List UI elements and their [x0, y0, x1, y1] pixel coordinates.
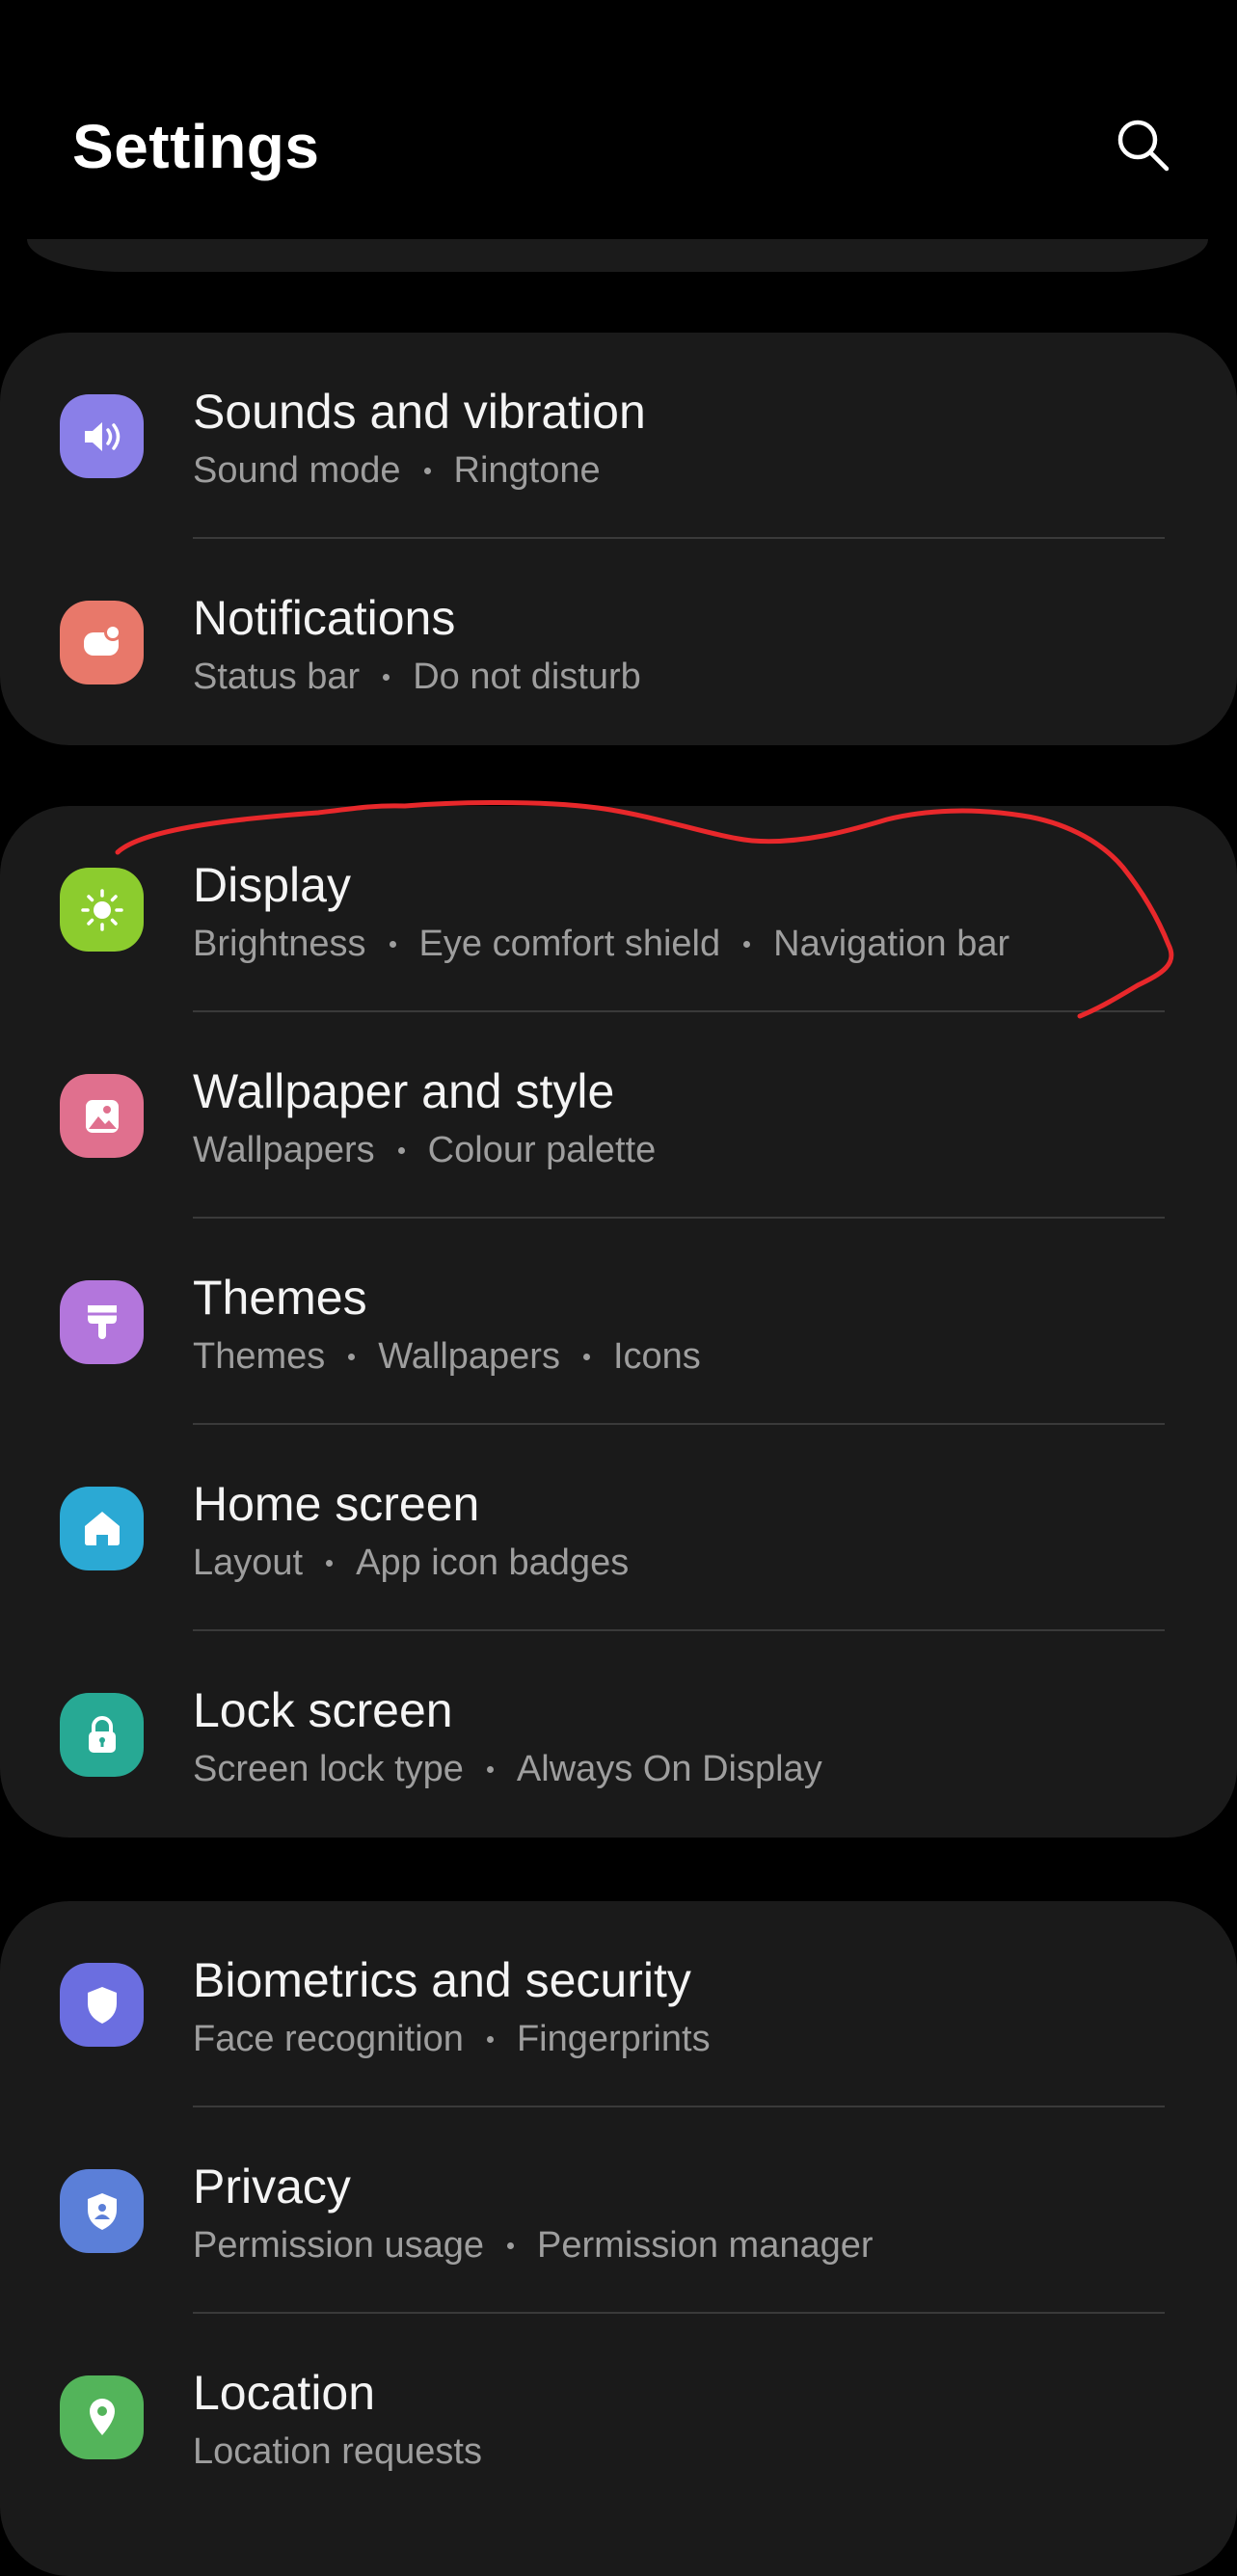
- notification-icon: [60, 601, 144, 684]
- shield-icon: [60, 1963, 144, 2047]
- item-subtitle: Sound mode Ringtone: [193, 446, 601, 495]
- settings-group-security-privacy: Biometrics and security Face recognition…: [0, 1901, 1237, 2576]
- settings-item-wallpaper-and-style[interactable]: Wallpaper and style Wallpapers Colour pa…: [0, 1012, 1237, 1219]
- paintbrush-icon: [60, 1280, 144, 1364]
- settings-item-lock-screen[interactable]: Lock screen Screen lock type Always On D…: [0, 1631, 1237, 1838]
- settings-item-display[interactable]: Display Brightness Eye comfort shield Na…: [0, 806, 1237, 1012]
- item-subtitle: Status bar Do not disturb: [193, 653, 641, 701]
- separator-dot: [348, 1353, 356, 1360]
- item-subtitle: Layout App icon badges: [193, 1539, 629, 1587]
- settings-item-sounds-and-vibration[interactable]: Sounds and vibration Sound mode Ringtone: [0, 333, 1237, 539]
- item-title: Home screen: [193, 1477, 480, 1531]
- item-subtitle-part: Brightness: [193, 924, 366, 964]
- item-subtitle: Wallpapers Colour palette: [193, 1126, 656, 1174]
- search-button[interactable]: [1109, 111, 1176, 178]
- item-title: Wallpaper and style: [193, 1064, 615, 1118]
- separator-dot: [326, 1559, 334, 1567]
- item-subtitle: Location requests: [193, 2428, 482, 2476]
- settings-item-biometrics-and-security[interactable]: Biometrics and security Face recognition…: [0, 1901, 1237, 2107]
- item-title: Display: [193, 858, 351, 912]
- app-header: Settings: [0, 0, 1237, 231]
- separator-dot: [397, 1146, 405, 1154]
- settings-item-notifications[interactable]: Notifications Status bar Do not disturb: [0, 539, 1237, 745]
- item-subtitle: Brightness Eye comfort shield Navigation…: [193, 920, 1009, 968]
- item-title: Sounds and vibration: [193, 385, 646, 439]
- item-subtitle-part: Eye comfort shield: [418, 924, 721, 964]
- item-subtitle: Screen lock type Always On Display: [193, 1745, 822, 1793]
- item-subtitle-part: Icons: [612, 1336, 701, 1377]
- search-icon: [1117, 120, 1170, 172]
- separator-dot: [423, 467, 431, 474]
- home-icon: [60, 1487, 144, 1570]
- settings-group-sound-notifications: Sounds and vibration Sound mode Ringtone…: [0, 333, 1237, 745]
- location-pin-icon: [60, 2375, 144, 2459]
- item-subtitle-part: Do not disturb: [413, 657, 641, 697]
- item-subtitle-part: Wallpapers: [193, 1130, 375, 1170]
- volume-icon: [60, 394, 144, 478]
- separator-dot: [743, 940, 751, 948]
- item-subtitle: Permission usage Permission manager: [193, 2221, 874, 2269]
- image-icon: [60, 1074, 144, 1158]
- item-subtitle-part: Ringtone: [453, 450, 601, 491]
- item-subtitle-part: Permission usage: [193, 2225, 485, 2266]
- sun-icon: [60, 868, 144, 952]
- separator-dot: [486, 2035, 494, 2043]
- item-subtitle-part: Status bar: [193, 657, 361, 697]
- separator-dot: [383, 673, 390, 681]
- page-title: Settings: [72, 112, 320, 181]
- item-subtitle-part: Sound mode: [193, 450, 401, 491]
- settings-group-display-personalization: Display Brightness Eye comfort shield Na…: [0, 806, 1237, 1838]
- lock-icon: [60, 1693, 144, 1777]
- item-subtitle-part: Face recognition: [193, 2019, 464, 2059]
- item-title: Location: [193, 2366, 376, 2420]
- item-subtitle-part: Layout: [193, 1543, 304, 1583]
- item-title: Biometrics and security: [193, 1953, 691, 2007]
- item-subtitle-part: Screen lock type: [193, 1749, 464, 1789]
- settings-item-location[interactable]: Location Location requests: [0, 2314, 1237, 2520]
- item-subtitle-part: Wallpapers: [378, 1336, 560, 1377]
- item-subtitle-part: Permission manager: [537, 2225, 874, 2266]
- item-subtitle-part: Fingerprints: [516, 2019, 711, 2059]
- separator-dot: [582, 1353, 590, 1360]
- item-subtitle-part: Themes: [193, 1336, 326, 1377]
- settings-item-privacy[interactable]: Privacy Permission usage Permission mana…: [0, 2107, 1237, 2314]
- item-title: Notifications: [193, 591, 456, 645]
- settings-item-home-screen[interactable]: Home screen Layout App icon badges: [0, 1425, 1237, 1631]
- item-subtitle: Themes Wallpapers Icons: [193, 1332, 701, 1381]
- separator-dot: [389, 940, 396, 948]
- previous-card-edge: [27, 239, 1208, 272]
- privacy-shield-icon: [60, 2169, 144, 2253]
- item-subtitle-part: Location requests: [193, 2431, 482, 2472]
- item-subtitle: Face recognition Fingerprints: [193, 2015, 711, 2063]
- settings-item-themes[interactable]: Themes Themes Wallpapers Icons: [0, 1219, 1237, 1425]
- item-subtitle-part: Always On Display: [516, 1749, 822, 1789]
- item-subtitle-part: App icon badges: [356, 1543, 630, 1583]
- item-title: Privacy: [193, 2160, 351, 2214]
- separator-dot: [486, 1765, 494, 1773]
- item-title: Lock screen: [193, 1683, 453, 1737]
- item-subtitle-part: Colour palette: [427, 1130, 657, 1170]
- item-subtitle-part: Navigation bar: [773, 924, 1010, 964]
- item-title: Themes: [193, 1271, 367, 1325]
- separator-dot: [507, 2241, 515, 2249]
